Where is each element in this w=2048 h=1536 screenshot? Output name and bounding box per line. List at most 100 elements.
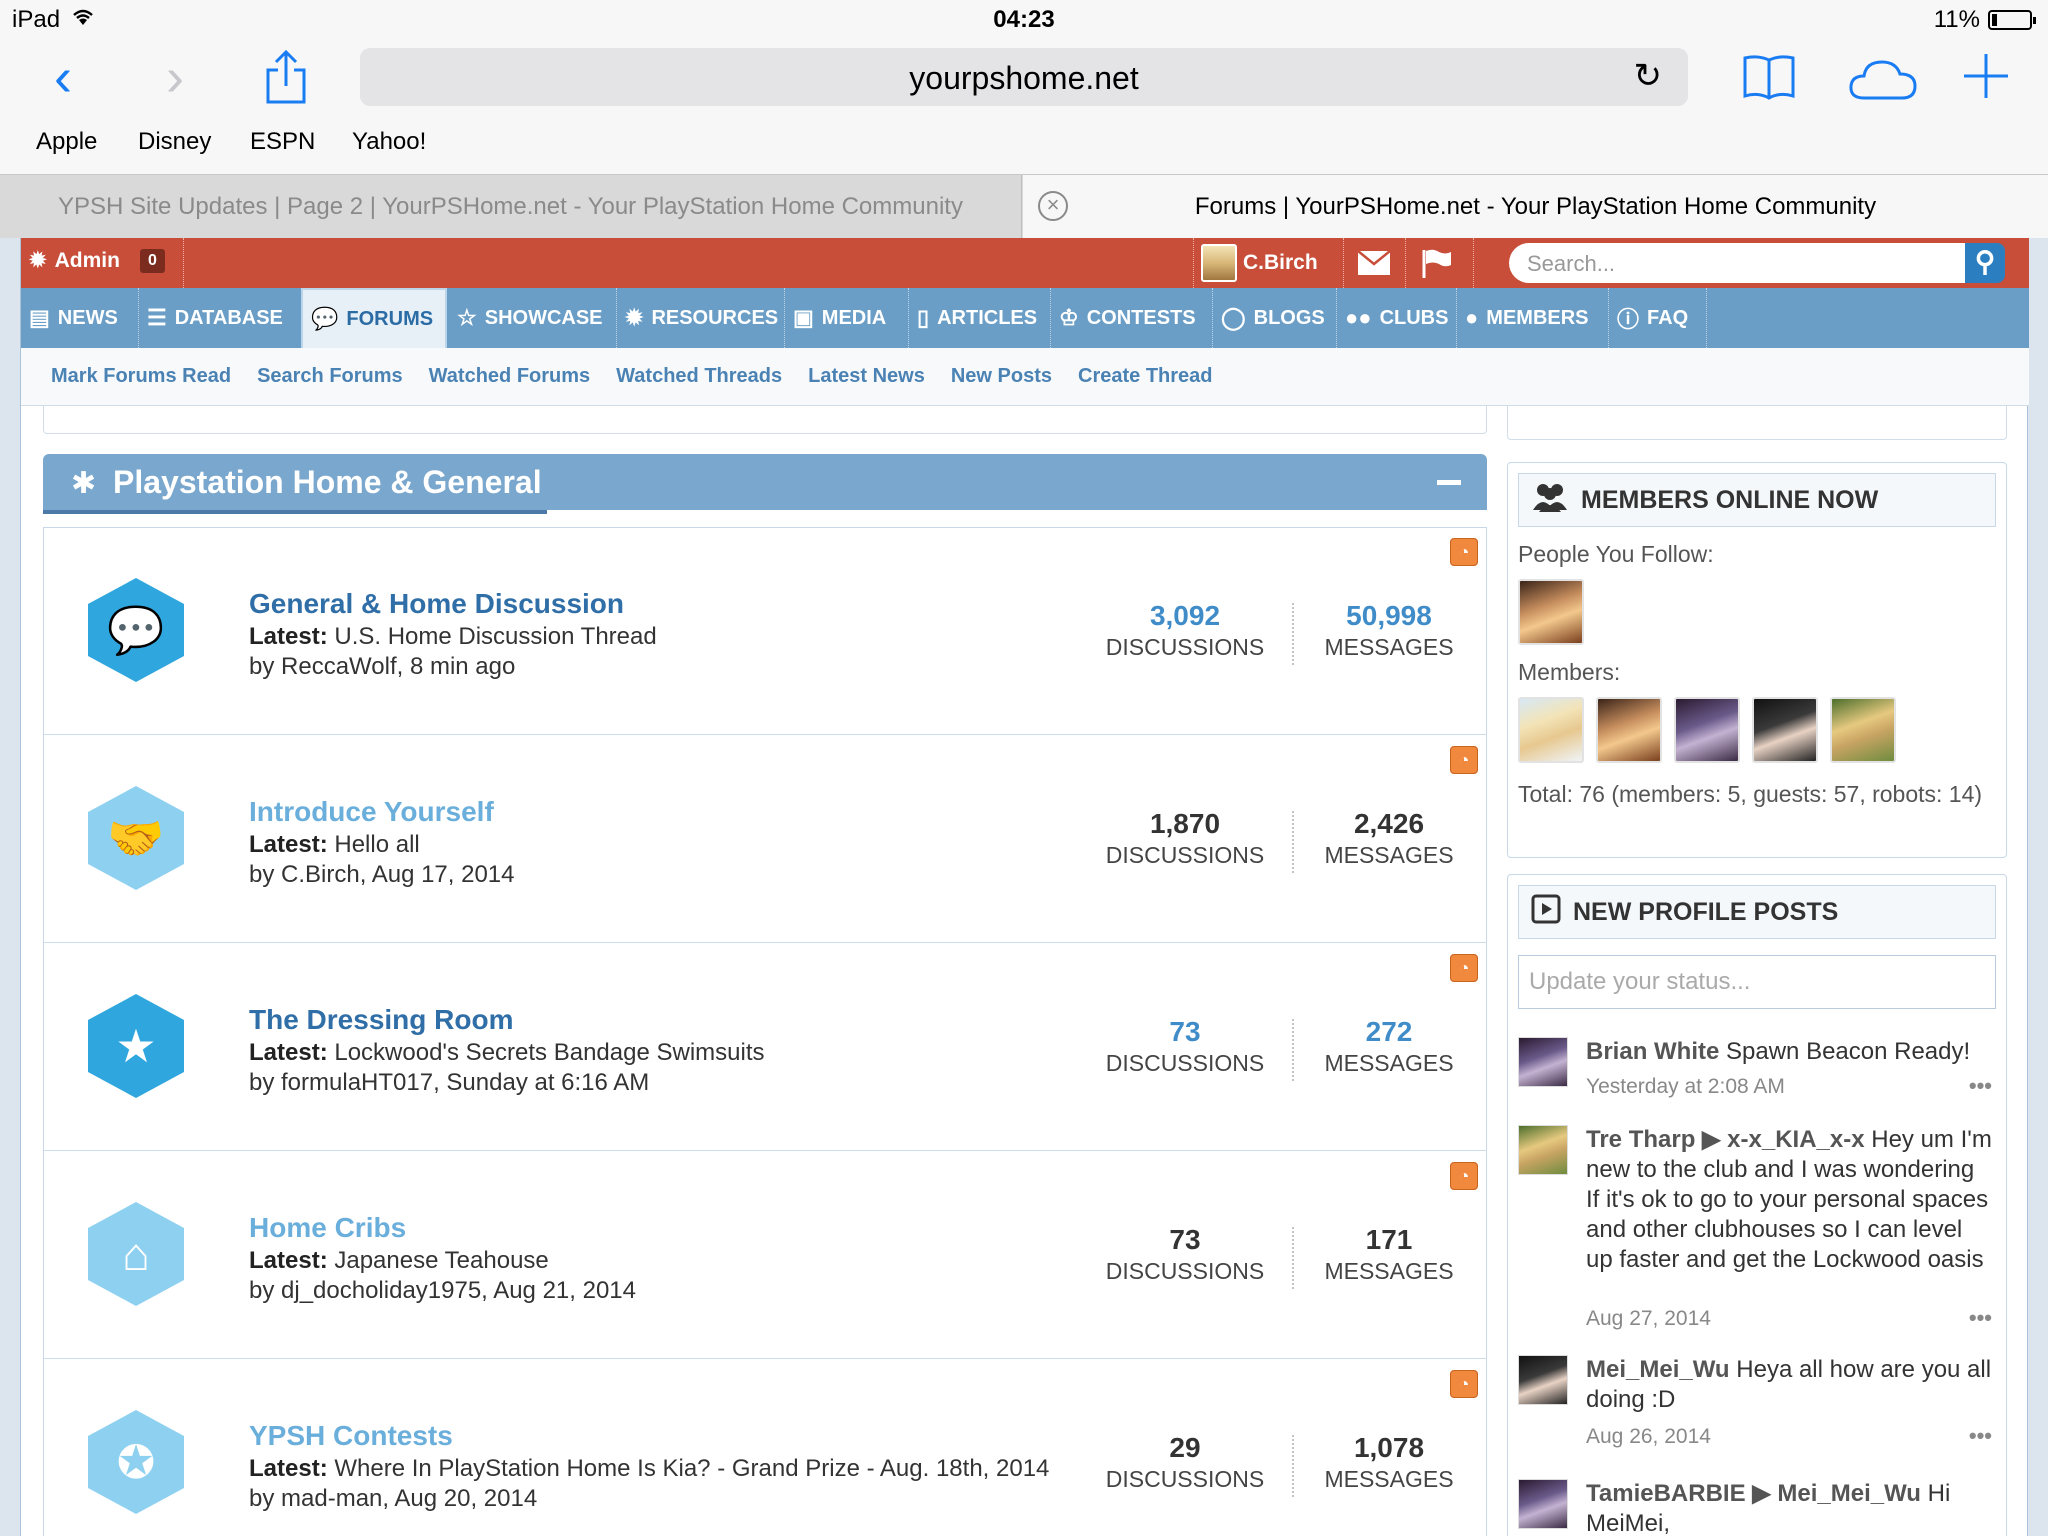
forward-icon[interactable]: › — [166, 50, 184, 104]
nav-members[interactable]: ● MEMBERS — [1457, 288, 1609, 348]
forum-latest: Latest: U.S. Home Discussion Thread — [249, 623, 657, 651]
latest-thread-link[interactable]: Japanese Teahouse — [334, 1247, 548, 1274]
main-nav: ▤ NEWS ☰ DATABASE 💬 FORUMS ☆ SHOWCASE ✹ RESOU… — [21, 288, 2029, 350]
avatar[interactable] — [1752, 697, 1818, 763]
forum-title[interactable]: The Dressing Room — [249, 1004, 513, 1036]
envelope-icon[interactable] — [1357, 250, 1391, 282]
nav-forums[interactable]: 💬 FORUMS — [301, 288, 447, 350]
messages-label: MESSAGES — [1324, 1258, 1454, 1284]
latest-thread-link[interactable]: Hello all — [334, 831, 419, 858]
search-input[interactable]: Search... — [1509, 243, 1969, 283]
back-icon[interactable]: ‹ — [54, 50, 72, 104]
forum-title[interactable]: YPSH Contests — [249, 1420, 453, 1452]
nav-resources[interactable]: ✹ RESOURCES — [617, 288, 785, 348]
new-posts-link[interactable]: New Posts — [951, 365, 1052, 388]
bookmarks-icon[interactable] — [1742, 54, 1796, 105]
bookmark-espn[interactable]: ESPN — [250, 128, 315, 156]
forum-title[interactable]: Home Cribs — [249, 1212, 406, 1244]
avatar[interactable] — [1518, 1037, 1568, 1087]
rss-icon[interactable]: ◔ — [1450, 538, 1478, 566]
post-author[interactable]: Mei_Mei_Wu — [1586, 1356, 1730, 1383]
bookmark-disney[interactable]: Disney — [138, 128, 211, 156]
admin-bar: ✹ Admin 0 C.Birch Search... ⚲ — [21, 238, 2029, 288]
close-tab-icon[interactable]: × — [1038, 191, 1068, 221]
forum-latest-by: by dj_docholiday1975, Aug 21, 2014 — [249, 1277, 636, 1304]
post-date[interactable]: Aug 27, 2014 — [1586, 1307, 1711, 1331]
rss-icon[interactable]: ◔ — [1450, 954, 1478, 982]
collapse-icon[interactable] — [1437, 480, 1461, 485]
latest-news-link[interactable]: Latest News — [808, 365, 925, 388]
nav-faq[interactable]: ⓘ FAQ — [1609, 288, 1707, 348]
latest-thread-link[interactable]: U.S. Home Discussion Thread — [334, 623, 656, 650]
avatar[interactable] — [1518, 1355, 1568, 1405]
members-online-box: MEMBERS ONLINE NOW People You Follow: Me… — [1507, 462, 2007, 858]
post-date[interactable]: Aug 26, 2014 — [1586, 1425, 1711, 1449]
category-title: Playstation Home & General — [113, 464, 542, 500]
tab-site-updates[interactable]: YPSH Site Updates | Page 2 | YourPSHome.… — [0, 175, 1022, 239]
new-tab-icon[interactable] — [1962, 52, 2010, 105]
more-options-icon[interactable]: ••• — [1969, 1305, 1992, 1331]
database-icon: ☰ — [147, 305, 167, 330]
stat-divider — [1292, 603, 1294, 665]
watched-forums-link[interactable]: Watched Forums — [429, 365, 591, 388]
forum-row: ✪ YPSH Contests Latest: Where In PlaySta… — [44, 1360, 1486, 1536]
nav-blogs[interactable]: ◯ BLOGS — [1213, 288, 1337, 348]
share-icon[interactable] — [264, 49, 308, 109]
tab-forums[interactable]: Forums | YourPSHome.net - Your PlayStati… — [1023, 175, 2048, 239]
post-author[interactable]: TamieBARBIE ▶ Mei_Mei_Wu — [1586, 1480, 1921, 1507]
latest-thread-link[interactable]: Lockwood's Secrets Bandage Swimsuits — [334, 1039, 764, 1066]
forum-title[interactable]: Introduce Yourself — [249, 796, 494, 828]
avatar[interactable] — [1518, 697, 1584, 763]
sub-nav: Mark Forums Read Search Forums Watched F… — [21, 348, 2029, 406]
post-date[interactable]: Yesterday at 2:08 AM — [1586, 1075, 1785, 1099]
forum-row: 💬 General & Home Discussion Latest: U.S.… — [44, 528, 1486, 735]
mark-forums-read-link[interactable]: Mark Forums Read — [51, 365, 231, 388]
forum-title[interactable]: General & Home Discussion — [249, 588, 624, 620]
icloud-tabs-icon[interactable] — [1848, 58, 1918, 107]
bookmark-yahoo[interactable]: Yahoo! — [352, 128, 426, 156]
forum-latest: Latest: Japanese Teahouse — [249, 1247, 549, 1275]
nav-media[interactable]: ▣ MEDIA — [785, 288, 909, 348]
forum-latest-by: by C.Birch, Aug 17, 2014 — [249, 861, 515, 888]
admin-link[interactable]: ✹ Admin 0 — [29, 248, 165, 273]
forum-row: ★ The Dressing Room Latest: Lockwood's S… — [44, 944, 1486, 1151]
search-forums-link[interactable]: Search Forums — [257, 365, 403, 388]
category-header[interactable]: ✱ Playstation Home & General — [43, 454, 1487, 514]
avatar[interactable] — [1518, 579, 1584, 645]
latest-label: Latest: — [249, 1247, 328, 1274]
avatar[interactable] — [1518, 1479, 1568, 1529]
rss-icon[interactable]: ◔ — [1450, 1162, 1478, 1190]
reload-icon[interactable]: ↻ — [1634, 56, 1663, 96]
nav-showcase[interactable]: ☆ SHOWCASE — [449, 288, 617, 348]
rss-icon[interactable]: ◔ — [1450, 746, 1478, 774]
nav-articles[interactable]: ▯ ARTICLES — [909, 288, 1051, 348]
discussions-label: DISCUSSIONS — [1105, 1258, 1265, 1284]
flag-icon[interactable] — [1421, 248, 1453, 284]
avatar[interactable] — [1596, 697, 1662, 763]
divider — [1193, 238, 1194, 288]
bookmark-apple[interactable]: Apple — [36, 128, 97, 156]
forum-row: 🤝 Introduce Yourself Latest: Hello all b… — [44, 736, 1486, 943]
rss-icon[interactable]: ◔ — [1450, 1370, 1478, 1398]
latest-thread-link[interactable]: Where In PlayStation Home Is Kia? - Gran… — [334, 1455, 1049, 1482]
more-options-icon[interactable]: ••• — [1969, 1423, 1992, 1449]
avatar[interactable] — [1518, 1125, 1568, 1175]
nav-contests[interactable]: ♔ CONTESTS — [1051, 288, 1213, 348]
avatar[interactable] — [1830, 697, 1896, 763]
address-bar[interactable]: yourpshome.net ↻ — [360, 48, 1688, 106]
profile-post: Tre Tharp ▶ x-x_KIA_x-x Hey um I'm new t… — [1518, 1125, 1998, 1335]
latest-label: Latest: — [249, 623, 328, 650]
nav-clubs[interactable]: ●● CLUBS — [1337, 288, 1457, 348]
people-you-follow-label: People You Follow: — [1518, 541, 1714, 567]
post-author[interactable]: Brian White — [1586, 1038, 1719, 1065]
nav-database[interactable]: ☰ DATABASE — [139, 288, 319, 348]
create-thread-link[interactable]: Create Thread — [1078, 365, 1213, 388]
watched-threads-link[interactable]: Watched Threads — [616, 365, 782, 388]
nav-news[interactable]: ▤ NEWS — [21, 288, 139, 348]
status-input[interactable]: Update your status... — [1518, 955, 1996, 1009]
post-author[interactable]: Tre Tharp ▶ x-x_KIA_x-x — [1586, 1126, 1865, 1153]
more-options-icon[interactable]: ••• — [1969, 1073, 1992, 1099]
avatar[interactable] — [1674, 697, 1740, 763]
search-icon[interactable]: ⚲ — [1965, 243, 2005, 283]
user-menu[interactable]: C.Birch — [1201, 244, 1318, 282]
